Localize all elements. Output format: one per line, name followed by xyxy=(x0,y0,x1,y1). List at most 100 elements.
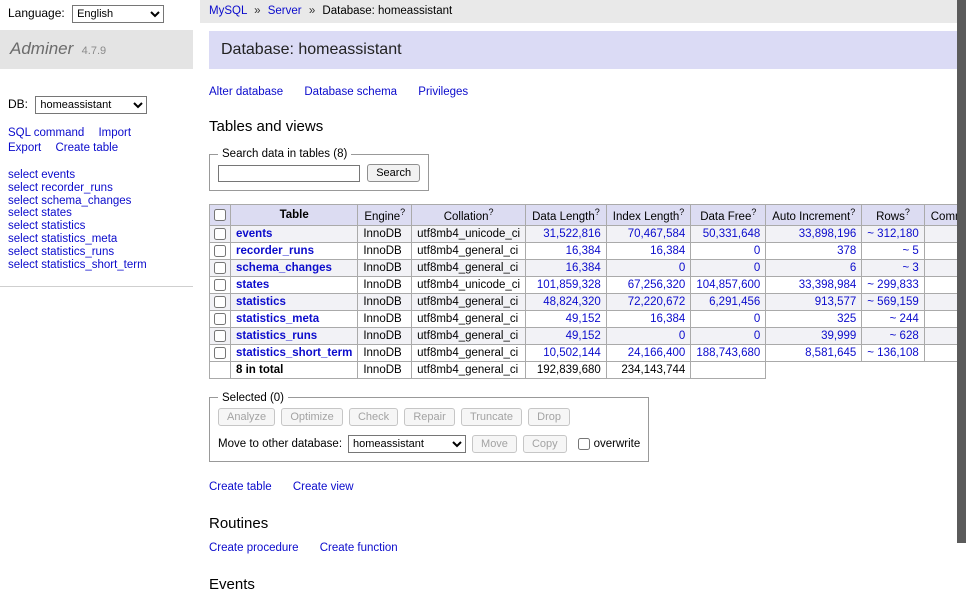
row-checkbox[interactable] xyxy=(214,245,226,257)
row-checkbox[interactable] xyxy=(214,296,226,308)
table-name-link[interactable]: states xyxy=(236,279,269,291)
table-name-link[interactable]: statistics_meta xyxy=(236,313,319,325)
page-title: Database: homeassistant xyxy=(209,31,966,69)
cell-data-free-link[interactable]: 0 xyxy=(754,330,760,342)
optimize-button[interactable]: Optimize xyxy=(281,408,342,426)
move-db-select[interactable]: homeassistant xyxy=(348,435,466,453)
row-checkbox[interactable] xyxy=(214,347,226,359)
sidebar-table-link-states[interactable]: select states xyxy=(8,207,72,219)
move-button[interactable]: Move xyxy=(472,435,517,453)
cell-auto-increment-link[interactable]: 33,898,196 xyxy=(799,228,857,240)
sidebar-table-link-statistics[interactable]: select statistics xyxy=(8,220,85,232)
col-header-rows: Rows? xyxy=(862,205,924,226)
link-database-schema[interactable]: Database schema xyxy=(304,86,397,98)
cell-engine: InnoDB xyxy=(358,344,412,361)
db-select[interactable]: homeassistant xyxy=(35,96,147,114)
cell-index-length-link[interactable]: 0 xyxy=(679,262,685,274)
search-input[interactable] xyxy=(218,165,360,182)
cell-index-length-link[interactable]: 72,220,672 xyxy=(628,296,686,308)
cell-data-length-link[interactable]: 16,384 xyxy=(566,245,601,257)
cell-rows-link[interactable]: ~ 628 xyxy=(890,330,919,342)
link-alter-database[interactable]: Alter database xyxy=(209,86,283,98)
cell-index-length-link[interactable]: 16,384 xyxy=(650,313,685,325)
check-button[interactable]: Check xyxy=(349,408,398,426)
cell-index-length-link[interactable]: 16,384 xyxy=(650,245,685,257)
link-create-table[interactable]: Create table xyxy=(209,481,272,493)
breadcrumb-link-server[interactable]: Server xyxy=(268,5,302,17)
row-checkbox[interactable] xyxy=(214,313,226,325)
row-checkbox[interactable] xyxy=(214,330,226,342)
cell-auto-increment-link[interactable]: 6 xyxy=(850,262,856,274)
search-legend: Search data in tables (8) xyxy=(218,148,351,160)
analyze-button[interactable]: Analyze xyxy=(218,408,275,426)
cell-rows-link[interactable]: ~ 136,108 xyxy=(867,347,918,359)
cell-auto-increment-link[interactable]: 33,398,984 xyxy=(799,279,857,291)
row-checkbox[interactable] xyxy=(214,228,226,240)
cell-rows-link[interactable]: ~ 244 xyxy=(890,313,919,325)
sidebar-link-import[interactable]: Import xyxy=(98,127,131,139)
cell-data-length-link[interactable]: 10,502,144 xyxy=(543,347,601,359)
search-button[interactable]: Search xyxy=(367,164,420,182)
link-create-function[interactable]: Create function xyxy=(320,542,398,554)
link-create-procedure[interactable]: Create procedure xyxy=(209,542,299,554)
table-name-link[interactable]: statistics_runs xyxy=(236,330,317,342)
cell-rows-link[interactable]: ~ 312,180 xyxy=(867,228,918,240)
cell-rows-link[interactable]: ~ 569,159 xyxy=(867,296,918,308)
cell-data-length-link[interactable]: 49,152 xyxy=(566,330,601,342)
cell-auto-increment-link[interactable]: 378 xyxy=(837,245,856,257)
sidebar-table-link-schema-changes[interactable]: select schema_changes xyxy=(8,195,131,207)
cell-data-length-link[interactable]: 49,152 xyxy=(566,313,601,325)
row-checkbox[interactable] xyxy=(214,262,226,274)
cell-data-length-link[interactable]: 31,522,816 xyxy=(543,228,601,240)
cell-index-length-link[interactable]: 24,166,400 xyxy=(628,347,686,359)
col-header-data-length: Data Length? xyxy=(526,205,607,226)
truncate-button[interactable]: Truncate xyxy=(461,408,522,426)
repair-button[interactable]: Repair xyxy=(404,408,454,426)
sidebar-table-link-recorder-runs[interactable]: select recorder_runs xyxy=(8,182,113,194)
cell-data-length-link[interactable]: 16,384 xyxy=(566,262,601,274)
language-label: Language: xyxy=(8,6,65,20)
cell-data-free-link[interactable]: 0 xyxy=(754,262,760,274)
breadcrumb-link-mysql[interactable]: MySQL xyxy=(209,5,247,17)
sidebar-link-sql-command[interactable]: SQL command xyxy=(8,127,84,139)
sidebar-table-link-statistics-runs[interactable]: select statistics_runs xyxy=(8,246,114,258)
table-name-link[interactable]: statistics_short_term xyxy=(236,347,352,359)
cell-data-free-link[interactable]: 188,743,680 xyxy=(696,347,760,359)
sidebar-table-link-statistics-short-term[interactable]: select statistics_short_term xyxy=(8,259,147,271)
link-create-view[interactable]: Create view xyxy=(293,481,354,493)
cell-data-free-link[interactable]: 104,857,600 xyxy=(696,279,760,291)
vertical-scrollbar[interactable] xyxy=(957,0,966,543)
overwrite-checkbox[interactable] xyxy=(578,438,590,450)
sidebar-table-link-statistics-meta[interactable]: select statistics_meta xyxy=(8,233,117,245)
cell-auto-increment-link[interactable]: 325 xyxy=(837,313,856,325)
scrollbar-thumb[interactable] xyxy=(957,0,966,543)
table-name-link[interactable]: events xyxy=(236,228,272,240)
drop-button[interactable]: Drop xyxy=(528,408,570,426)
link-privileges[interactable]: Privileges xyxy=(418,86,468,98)
cell-auto-increment-link[interactable]: 39,999 xyxy=(821,330,856,342)
sidebar-table-link-events[interactable]: select events xyxy=(8,169,75,181)
cell-auto-increment-link[interactable]: 913,577 xyxy=(815,296,857,308)
cell-data-length-link[interactable]: 48,824,320 xyxy=(543,296,601,308)
cell-index-length-link[interactable]: 0 xyxy=(679,330,685,342)
cell-data-free-link[interactable]: 0 xyxy=(754,313,760,325)
sidebar-link-export[interactable]: Export xyxy=(8,142,41,154)
cell-data-free-link[interactable]: 0 xyxy=(754,245,760,257)
cell-auto-increment-link[interactable]: 8,581,645 xyxy=(805,347,856,359)
table-name-link[interactable]: statistics xyxy=(236,296,286,308)
cell-rows-link[interactable]: ~ 3 xyxy=(902,262,918,274)
table-name-link[interactable]: schema_changes xyxy=(236,262,332,274)
select-all-checkbox[interactable] xyxy=(214,209,226,221)
table-name-link[interactable]: recorder_runs xyxy=(236,245,314,257)
cell-data-free-link[interactable]: 6,291,456 xyxy=(709,296,760,308)
sidebar-link-create-table[interactable]: Create table xyxy=(55,142,118,154)
cell-data-length-link[interactable]: 101,859,328 xyxy=(537,279,601,291)
cell-rows-link[interactable]: ~ 5 xyxy=(902,245,918,257)
cell-index-length-link[interactable]: 70,467,584 xyxy=(628,228,686,240)
cell-index-length-link[interactable]: 67,256,320 xyxy=(628,279,686,291)
copy-button[interactable]: Copy xyxy=(523,435,567,453)
cell-data-free-link[interactable]: 50,331,648 xyxy=(703,228,761,240)
cell-rows-link[interactable]: ~ 299,833 xyxy=(867,279,918,291)
row-checkbox[interactable] xyxy=(214,279,226,291)
language-select[interactable]: English xyxy=(72,5,164,23)
